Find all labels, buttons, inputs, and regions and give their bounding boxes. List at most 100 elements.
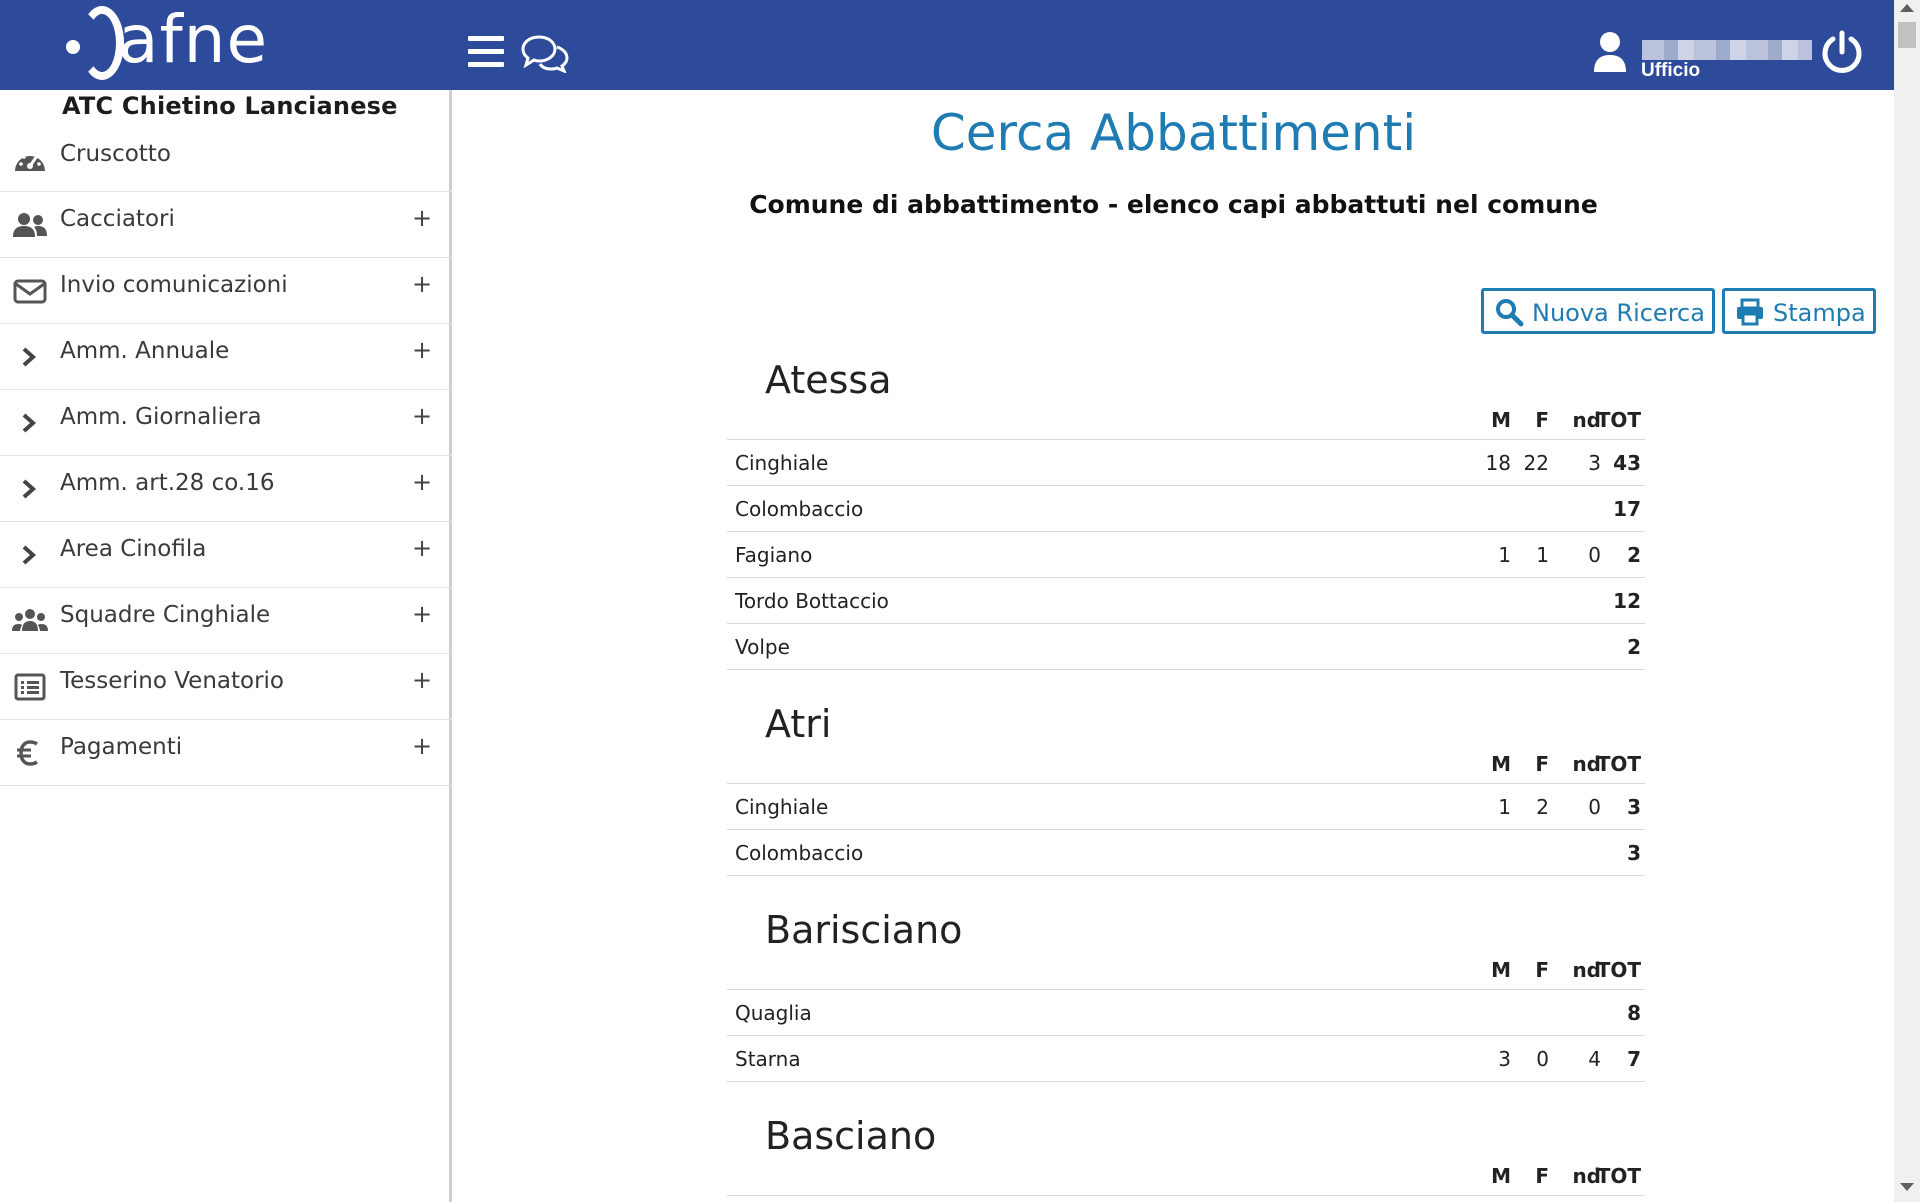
menu-toggle-icon[interactable]: [468, 36, 504, 68]
page-scrollbar[interactable]: [1894, 0, 1920, 1202]
municipality-name-row: Basciano: [727, 1108, 1645, 1160]
chevron-right-icon: [22, 413, 37, 433]
print-icon: [1737, 298, 1763, 326]
sidebar-item-label: Amm. Giornaliera: [60, 404, 262, 430]
page-subtitle: Comune di abbattimento - elenco capi abb…: [749, 190, 1598, 219]
table-row: Tordo Bottaccio 12: [727, 578, 1645, 624]
logout-power-icon[interactable]: [1820, 30, 1864, 74]
municipality-name: Basciano: [765, 1114, 937, 1158]
count-m: 1: [1498, 543, 1511, 567]
expand-plus-icon[interactable]: +: [412, 336, 432, 364]
scrollbar-thumb[interactable]: [1898, 22, 1916, 48]
species-name: Cinghiale: [735, 795, 829, 819]
sidebar-item-tesserino-venatorio[interactable]: Tesserino Venatorio +: [0, 654, 452, 720]
sidebar-item-invio-comunicazioni[interactable]: Invio comunicazioni +: [0, 258, 452, 324]
count-nd: 0: [1588, 795, 1601, 819]
sidebar-item-label: Tesserino Venatorio: [60, 668, 284, 694]
municipality-name: Atri: [765, 702, 832, 746]
print-button[interactable]: Stampa: [1722, 288, 1876, 334]
table-row: Cinghiale 18 22 3 43: [727, 440, 1645, 486]
col-tot: TOT: [1596, 408, 1641, 432]
expand-plus-icon[interactable]: +: [412, 468, 432, 496]
chevron-right-icon: [22, 479, 37, 499]
sidebar-item-label: Amm. art.28 co.16: [60, 470, 275, 496]
count-tot: 3: [1627, 841, 1641, 865]
col-m: M: [1491, 1164, 1511, 1188]
species-name: Fagiano: [735, 543, 813, 567]
new-search-button[interactable]: Nuova Ricerca: [1481, 288, 1715, 334]
expand-plus-icon[interactable]: +: [412, 402, 432, 430]
municipality-name-row: Atri: [727, 696, 1645, 748]
sidebar-item-amm-annuale[interactable]: Amm. Annuale +: [0, 324, 452, 390]
count-tot: 43: [1613, 451, 1641, 475]
table-row: Quaglia 8: [727, 990, 1645, 1036]
group-icon: [12, 609, 48, 631]
column-headers: M F nd TOT: [727, 954, 1645, 990]
page-title: Cerca Abbattimenti: [930, 104, 1417, 162]
expand-plus-icon[interactable]: +: [412, 204, 432, 232]
municipality-name: Barisciano: [765, 908, 963, 952]
municipality-name-row: Barisciano: [727, 902, 1645, 954]
search-icon: [1496, 299, 1524, 327]
sidebar-item-label: Pagamenti: [60, 734, 183, 760]
count-tot: 8: [1627, 1001, 1641, 1025]
municipality-name-row: Atessa: [727, 352, 1645, 404]
count-f: 22: [1523, 451, 1549, 475]
col-m: M: [1491, 752, 1511, 776]
sidebar-item-amm-giornaliera[interactable]: Amm. Giornaliera +: [0, 390, 452, 456]
municipality-group: Atri M F nd TOT Cinghiale 1 2 0 3 Colomb…: [727, 696, 1645, 876]
count-tot: 2: [1627, 543, 1641, 567]
count-nd: 3: [1588, 451, 1601, 475]
user-icon[interactable]: [1592, 30, 1628, 74]
sidebar-item-label: Cruscotto: [60, 141, 171, 167]
new-search-label: Nuova Ricerca: [1532, 299, 1705, 327]
user-name-redacted: [1642, 40, 1812, 60]
count-m: 1: [1498, 795, 1511, 819]
top-navbar: afne Ufficio: [0, 0, 1894, 90]
expand-plus-icon[interactable]: +: [412, 600, 432, 628]
sidebar-item-pagamenti[interactable]: Pagamenti +: [0, 720, 452, 786]
table-row: Volpe 2: [727, 624, 1645, 670]
species-name: Tordo Bottaccio: [735, 589, 889, 613]
species-name: Starna: [735, 1047, 801, 1071]
envelope-icon: [13, 279, 47, 304]
scroll-up-arrow-icon[interactable]: [1900, 4, 1914, 12]
sidebar-item-area-cinofila[interactable]: Area Cinofila +: [0, 522, 452, 588]
chat-icon[interactable]: [521, 33, 569, 73]
municipality-name: Atessa: [765, 358, 892, 402]
logo-dot: [66, 40, 80, 54]
expand-plus-icon[interactable]: +: [412, 270, 432, 298]
count-f: 2: [1536, 795, 1549, 819]
species-name: Cinghiale: [735, 451, 829, 475]
expand-plus-icon[interactable]: +: [412, 732, 432, 760]
col-tot: TOT: [1596, 1164, 1641, 1188]
col-f: F: [1535, 958, 1549, 982]
sidebar-item-cacciatori[interactable]: Cacciatori +: [0, 192, 452, 258]
municipality-group: Basciano M F nd TOT: [727, 1108, 1645, 1196]
count-nd: 0: [1588, 543, 1601, 567]
sidebar-item-amm-art28[interactable]: Amm. art.28 co.16 +: [0, 456, 452, 522]
count-tot: 12: [1613, 589, 1641, 613]
count-tot: 17: [1613, 497, 1641, 521]
column-headers: M F nd TOT: [727, 404, 1645, 440]
expand-plus-icon[interactable]: +: [412, 534, 432, 562]
municipality-group: Atessa M F nd TOT Cinghiale 18 22 3 43 C…: [727, 352, 1645, 670]
count-f: 1: [1536, 543, 1549, 567]
chevron-right-icon: [22, 545, 37, 565]
sidebar-item-squadre-cinghiale[interactable]: Squadre Cinghiale +: [0, 588, 452, 654]
column-headers: M F nd TOT: [727, 1160, 1645, 1196]
sidebar-item-label: Squadre Cinghiale: [60, 602, 271, 628]
logo-text: afne: [118, 1, 269, 78]
table-row: Fagiano 1 1 0 2: [727, 532, 1645, 578]
species-name: Colombaccio: [735, 841, 864, 865]
municipality-group: Barisciano M F nd TOT Quaglia 8 Starna 3…: [727, 902, 1645, 1082]
col-m: M: [1491, 408, 1511, 432]
expand-plus-icon[interactable]: +: [412, 666, 432, 694]
count-m: 18: [1485, 451, 1511, 475]
sidebar-item-cruscotto[interactable]: Cruscotto: [0, 127, 452, 192]
col-f: F: [1535, 752, 1549, 776]
scroll-down-arrow-icon[interactable]: [1900, 1183, 1914, 1191]
species-name: Quaglia: [735, 1001, 812, 1025]
